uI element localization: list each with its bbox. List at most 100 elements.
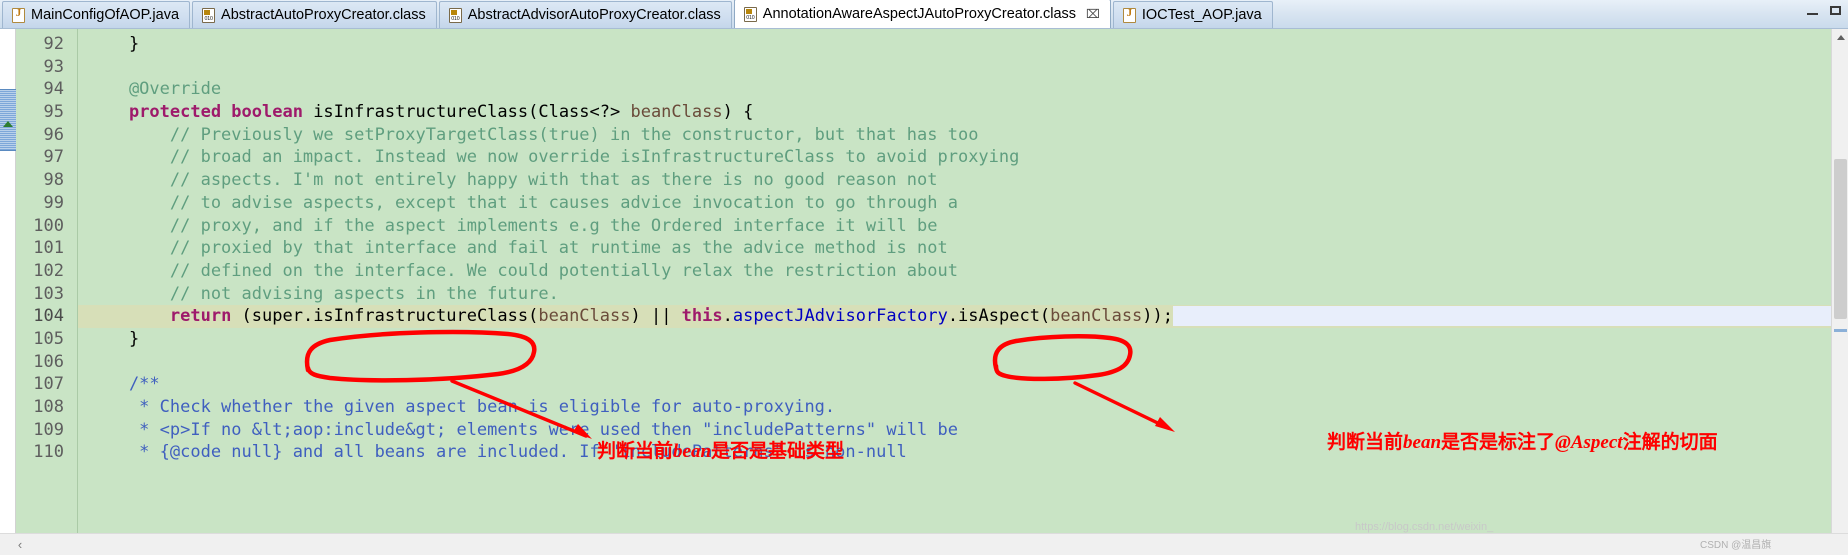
- note-infrastructure-class: 判断当前bean是否是基础类型: [597, 436, 844, 463]
- code-token-param: beanClass: [1050, 306, 1143, 327]
- vertical-scrollbar-thumb[interactable]: [1834, 159, 1847, 319]
- tab-AnnotationAwareAspectJAutoProxyCreator-class[interactable]: AnnotationAwareAspectJAutoProxyCreator.c…: [733, 0, 1111, 28]
- code-token-kw: return: [169, 306, 232, 327]
- class-file-icon: [448, 7, 462, 23]
- eclipse-editor-window: MainConfigOfAOP.java AbstractAutoProxyCr…: [0, 0, 1848, 555]
- code-token-cmt: // Previously we setProxyTargetClass(tru…: [88, 124, 979, 145]
- code-line[interactable]: [78, 56, 1848, 79]
- code-token-cmt: // broad an impact. Instead we now overr…: [88, 147, 1020, 168]
- line-number: 110: [33, 442, 64, 463]
- scroll-up-marker-icon: [3, 121, 13, 127]
- code-line[interactable]: // broad an impact. Instead we now overr…: [78, 146, 1848, 169]
- line-number: 108: [33, 397, 64, 417]
- java-file-icon: [1122, 7, 1136, 23]
- line-number: 104: [33, 306, 64, 327]
- note-text: 注解的切面: [1622, 432, 1718, 453]
- code-token-plain: .isAspect(: [947, 306, 1051, 327]
- maximize-icon[interactable]: [1829, 4, 1842, 17]
- line-number: 100: [33, 215, 64, 236]
- tab-label: MainConfigOfAOP.java: [31, 7, 180, 23]
- code-line[interactable]: }: [78, 33, 1848, 56]
- code-token-kw: this: [681, 306, 723, 327]
- code-line[interactable]: @Override: [78, 78, 1848, 101]
- java-file-icon: [12, 7, 25, 23]
- blog-url-watermark: https://blog.csdn.net/weixin_: [1355, 521, 1494, 533]
- annotation-marker-bar[interactable]: [0, 29, 16, 555]
- code-token-cmt: // not advising aspects in the future.: [88, 283, 559, 304]
- code-line[interactable]: * Check whether the given aspect bean is…: [78, 396, 1848, 419]
- class-file-icon: [743, 6, 757, 22]
- tab-AbstractAdvisorAutoProxyCreator-class[interactable]: AbstractAdvisorAutoProxyCreator.class: [438, 1, 732, 28]
- tab-AbstractAutoProxyCreator-class[interactable]: AbstractAutoProxyCreator.class: [192, 1, 437, 28]
- editor-tab-bar: MainConfigOfAOP.java AbstractAutoProxyCr…: [0, 0, 1848, 29]
- tab-IOCTest_AOP-java[interactable]: IOCTest_AOP.java: [1112, 1, 1273, 28]
- note-text: 是否是基础类型: [711, 441, 845, 462]
- code-line[interactable]: // proxied by that interface and fail at…: [78, 237, 1848, 260]
- code-token-cmt: // aspects. I'm not entirely happy with …: [88, 170, 938, 191]
- code-token-plain: (super.isInfrastructureClass(: [231, 306, 539, 327]
- horizontal-scrollbar-track[interactable]: [40, 534, 1848, 555]
- code-line[interactable]: [78, 351, 1848, 374]
- code-line[interactable]: protected boolean isInfrastructureClass(…: [78, 101, 1848, 124]
- line-number: 101: [33, 238, 64, 259]
- code-token-cmt: // proxied by that interface and fail at…: [88, 238, 948, 259]
- close-icon[interactable]: ⌧: [1086, 8, 1100, 20]
- code-line[interactable]: // to advise aspects, except that it cau…: [78, 192, 1848, 215]
- note-text: 判断当前: [1327, 432, 1404, 453]
- code-line-current[interactable]: return (super.isInfrastructureClass(bean…: [78, 305, 1848, 328]
- code-token-cmt: // defined on the interface. We could po…: [88, 260, 958, 281]
- tab-label: AbstractAutoProxyCreator.class: [221, 7, 426, 23]
- source-code-text[interactable]: } @Override protected boolean isInfrastr…: [78, 29, 1848, 555]
- code-token-plain: isInfrastructureClass(Class<?>: [302, 102, 631, 123]
- code-token-jdoc: /**: [88, 374, 160, 395]
- code-token-plain: ) ||: [630, 306, 682, 327]
- line-number: 93: [43, 56, 64, 77]
- occurrence-marker-band: [0, 89, 16, 151]
- line-number-ruler: 92 93 94 95 96 97 98 99 100 101 102 103 104 105 106 107…: [16, 29, 78, 555]
- line-number: 98: [43, 170, 64, 191]
- line-number: 97: [43, 147, 64, 168]
- csdn-watermark: CSDN @温昌旗: [1700, 540, 1772, 551]
- line-number: 96: [43, 124, 64, 145]
- line-number: 99: [43, 192, 64, 213]
- code-editor: 92 93 94 95 96 97 98 99 100 101 102 103 104 105 106 107…: [0, 29, 1848, 555]
- tab-label: AnnotationAwareAspectJAutoProxyCreator.c…: [762, 6, 1077, 22]
- scroll-left-arrow-icon[interactable]: ‹: [0, 534, 40, 555]
- note-text-latin: bean: [1403, 432, 1442, 453]
- code-token-cmt: // to advise aspects, except that it cau…: [88, 192, 958, 213]
- code-line[interactable]: }: [78, 328, 1848, 351]
- tab-label: IOCTest_AOP.java: [1141, 7, 1262, 23]
- tab-MainConfigOfAOP-java[interactable]: MainConfigOfAOP.java: [2, 1, 191, 28]
- note-is-aspect: 判断当前bean是否是标注了@Aspect注解的切面: [1327, 427, 1718, 454]
- code-line[interactable]: // Previously we setProxyTargetClass(tru…: [78, 124, 1848, 147]
- note-text-latin: @Aspect: [1555, 432, 1623, 453]
- class-file-icon: [202, 7, 216, 23]
- line-number: 94: [43, 79, 64, 100]
- line-number: 107: [33, 374, 64, 395]
- line-number: 102: [33, 260, 64, 281]
- code-line[interactable]: // defined on the interface. We could po…: [78, 260, 1848, 283]
- line-number: 109: [33, 419, 64, 440]
- scroll-up-arrow-icon[interactable]: [1832, 29, 1848, 46]
- window-controls: [1806, 4, 1842, 17]
- code-token-plain: .: [722, 306, 733, 327]
- code-token-param: beanClass: [538, 306, 631, 327]
- line-number: 106: [33, 351, 64, 372]
- code-line[interactable]: /**: [78, 373, 1848, 396]
- minimize-icon[interactable]: [1806, 4, 1819, 17]
- code-token-cmt: // proxy, and if the aspect implements e…: [88, 215, 938, 236]
- line-number: 103: [33, 283, 64, 304]
- code-token-jdoc: * Check whether the given aspect bean is…: [88, 397, 836, 417]
- overview-marker[interactable]: [1834, 329, 1847, 332]
- code-line[interactable]: // aspects. I'm not entirely happy with …: [78, 169, 1848, 192]
- horizontal-scrollbar[interactable]: ‹: [0, 533, 1848, 555]
- note-text: 判断当前: [597, 441, 674, 462]
- vertical-scrollbar[interactable]: [1831, 29, 1848, 555]
- tab-label: AbstractAdvisorAutoProxyCreator.class: [467, 7, 721, 23]
- code-token-field: aspectJAdvisorFactory: [732, 306, 948, 327]
- code-line[interactable]: // not advising aspects in the future.: [78, 283, 1848, 306]
- code-token-kw: protected boolean: [128, 102, 303, 123]
- code-line[interactable]: // proxy, and if the aspect implements e…: [78, 215, 1848, 238]
